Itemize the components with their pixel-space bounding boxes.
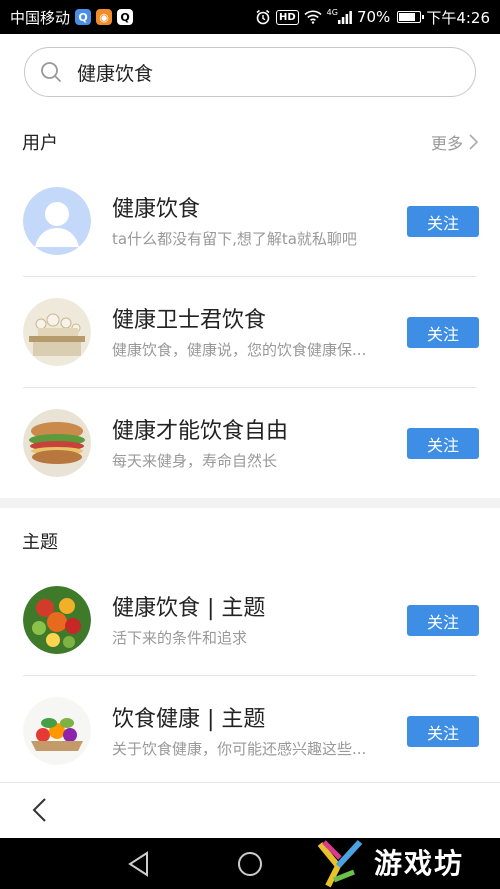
user-description: 健康饮食，健康说，您的饮食健康保... (112, 341, 367, 359)
topic-description: 关于饮食健康，你可能还感兴趣这些... (112, 740, 367, 758)
food-display-avatar (23, 298, 91, 366)
sandwich-avatar (23, 409, 91, 477)
follow-button[interactable]: 关注 (407, 428, 479, 459)
status-bar-left: 中国移动 Q ◉ Q (10, 7, 134, 28)
search-input[interactable] (77, 61, 437, 83)
default-avatar (23, 187, 91, 255)
qq-browser-notification-icon: Q (117, 9, 134, 25)
more-label: 更多 (430, 134, 463, 153)
user-name: 健康才能饮食自由 (112, 419, 289, 444)
carrier-label: 中国移动 (10, 8, 71, 27)
follow-button[interactable]: 关注 (407, 716, 479, 747)
users-section-header: 用户 更多 (0, 117, 500, 167)
user-name: 健康饮食 (112, 197, 201, 222)
hd-voice-icon: HD (276, 9, 299, 25)
user-description: 每天来健身，寿命自然长 (112, 452, 278, 470)
alarm-icon (255, 9, 271, 25)
search-box[interactable] (24, 47, 476, 97)
topic-description: 活下来的条件和追求 (112, 629, 248, 647)
nav-home-icon[interactable] (237, 851, 263, 877)
fruit-vegetable-avatar (23, 586, 91, 654)
user-row[interactable]: 健康才能饮食自由 每天来健身，寿命自然长 关注 (0, 388, 500, 499)
clock-time: 下午4:26 (426, 8, 490, 27)
topics-section-title: 主题 (22, 532, 58, 553)
topics-section-header: 主题 (0, 516, 500, 566)
network-type-label: 4G (326, 7, 338, 17)
section-separator (0, 498, 500, 508)
watermark-logo-icon (317, 839, 363, 887)
watermark-text: 游戏坊 (374, 846, 465, 880)
topic-name: 健康饮食 | 主题 (112, 596, 266, 621)
more-users-link[interactable]: 更多 (431, 130, 478, 154)
user-row[interactable]: 健康饮食 ta什么都没有留下,想了解ta就私聊吧 关注 (0, 166, 500, 277)
users-section-title: 用户 (22, 133, 58, 154)
wifi-icon (304, 10, 322, 24)
user-description: ta什么都没有留下,想了解ta就私聊吧 (112, 230, 357, 248)
battery-percent: 70% (356, 8, 391, 26)
back-arrow-icon[interactable] (26, 795, 56, 825)
topic-name: 饮食健康 | 主题 (112, 707, 266, 732)
vegetable-basket-avatar (23, 697, 91, 765)
follow-button[interactable]: 关注 (407, 317, 479, 348)
topic-row[interactable]: 饮食健康 | 主题 关于饮食健康，你可能还感兴趣这些... 关注 (0, 676, 500, 787)
qq-notification-icon: Q (75, 9, 92, 25)
weibo-notification-icon: ◉ (96, 9, 113, 25)
search-area (0, 34, 500, 114)
app-bottom-bar (0, 782, 500, 838)
status-bar: 中国移动 Q ◉ Q HD 4G 70% 下午4:26 (0, 0, 500, 34)
status-bar-right: HD 4G 70% 下午4:26 (255, 7, 490, 28)
follow-button[interactable]: 关注 (407, 605, 479, 636)
user-name: 健康卫士君饮食 (112, 308, 267, 333)
signal-icon: 4G (326, 7, 352, 24)
chevron-right-icon (469, 134, 478, 150)
battery-icon (397, 11, 425, 23)
topic-row[interactable]: 健康饮食 | 主题 活下来的条件和追求 关注 (0, 565, 500, 676)
watermark: 游戏坊 (314, 834, 492, 889)
search-icon (41, 62, 61, 82)
user-row[interactable]: 健康卫士君饮食 健康饮食，健康说，您的饮食健康保... 关注 (0, 277, 500, 388)
nav-back-icon[interactable] (127, 851, 151, 877)
follow-button[interactable]: 关注 (407, 206, 479, 237)
